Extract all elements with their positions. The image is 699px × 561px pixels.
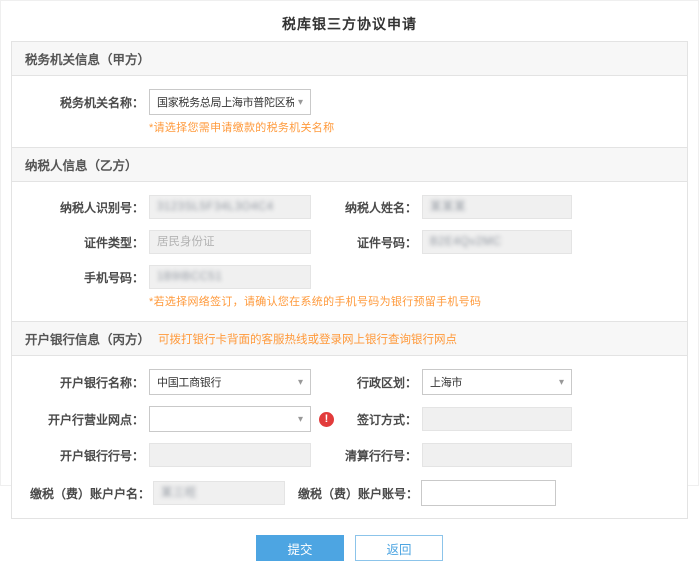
field-row-authority-name: 税务机关名称： 国家税务总局上海市普陀区税务局 ▾ xyxy=(12,89,687,115)
taxpayer-id-label: 纳税人识别号： xyxy=(12,199,144,216)
region-value: 上海市 xyxy=(430,374,462,390)
account-no-input[interactable] xyxy=(421,480,556,506)
page: 税库银三方协议申请 税务机关信息（甲方） 税务机关名称： 国家税务总局上海市普陀… xyxy=(0,0,699,486)
field-row-taxpayer-3: 手机号码： 1B9IBCC51 xyxy=(12,265,687,289)
sign-method-label: 签订方式： xyxy=(334,411,417,428)
taxpayer-name-label: 纳税人姓名： xyxy=(311,199,417,216)
section-body-tax-authority: 税务机关名称： 国家税务总局上海市普陀区税务局 ▾ *请选择您需申请缴款的税务机… xyxy=(12,76,687,147)
cert-no-label: 证件号码： xyxy=(311,234,417,251)
field-row-bank-1: 开户银行名称： 中国工商银行 ▾ 行政区划： 上海市 ▾ xyxy=(12,369,687,395)
section-body-taxpayer: 纳税人识别号： 3123SL5F34L3O4C4 纳税人姓名： 某某某 证件类型… xyxy=(12,182,687,321)
account-name-redacted-value: 某三旺 xyxy=(161,487,197,499)
bank-name-label: 开户银行名称： xyxy=(12,374,144,391)
chevron-down-icon: ▾ xyxy=(298,377,303,388)
mobile-hint: *若选择网络签订，请确认您在系统的手机号码为银行预留手机号码 xyxy=(149,293,687,309)
form-container: 税务机关信息（甲方） 税务机关名称： 国家税务总局上海市普陀区税务局 ▾ *请选… xyxy=(11,41,688,519)
authority-name-value: 国家税务总局上海市普陀区税务局 xyxy=(157,94,294,110)
region-label: 行政区划： xyxy=(311,374,417,391)
section-body-bank: 开户银行名称： 中国工商银行 ▾ 行政区划： 上海市 ▾ 开户行营业网点： ▾ … xyxy=(12,356,687,518)
submit-button[interactable]: 提交 xyxy=(256,535,344,561)
page-title: 税库银三方协议申请 xyxy=(1,1,698,41)
account-name-field: 某三旺 xyxy=(153,481,285,505)
authority-name-label: 税务机关名称： xyxy=(12,94,144,111)
section-title-tax-authority: 税务机关信息（甲方） xyxy=(25,49,150,68)
branch-select[interactable]: ▾ xyxy=(149,406,311,432)
cert-no-field: B2E4Qv2MC xyxy=(422,230,572,254)
section-title-taxpayer: 纳税人信息（乙方） xyxy=(25,155,138,174)
sign-method-field xyxy=(422,407,572,431)
section-header-bank: 开户银行信息（丙方） 可拨打银行卡背面的客服热线或登录网上银行查询银行网点 xyxy=(12,321,687,356)
bank-no-label: 开户银行行号： xyxy=(12,447,144,464)
bank-name-select[interactable]: 中国工商银行 ▾ xyxy=(149,369,311,395)
field-row-bank-2: 开户行营业网点： ▾ ! 签订方式： xyxy=(12,406,687,432)
button-row: 提交 返回 xyxy=(1,535,698,561)
cert-type-field: 居民身份证 xyxy=(149,230,311,254)
chevron-down-icon: ▾ xyxy=(559,377,564,388)
field-row-taxpayer-1: 纳税人识别号： 3123SL5F34L3O4C4 纳税人姓名： 某某某 xyxy=(12,195,687,219)
taxpayer-id-field: 3123SL5F34L3O4C4 xyxy=(149,195,311,219)
chevron-down-icon: ▾ xyxy=(298,414,303,425)
account-no-label: 缴税（费）账户账号： xyxy=(298,485,418,502)
bank-no-field xyxy=(149,443,311,467)
bank-name-value: 中国工商银行 xyxy=(157,374,221,390)
section-title-bank: 开户银行信息（丙方） xyxy=(25,329,150,348)
bank-section-hint: 可拨打银行卡背面的客服热线或登录网上银行查询银行网点 xyxy=(158,331,457,347)
cert-no-redacted-value: B2E4Qv2MC xyxy=(430,236,502,248)
authority-name-select[interactable]: 国家税务总局上海市普陀区税务局 ▾ xyxy=(149,89,311,115)
field-row-bank-4: 缴税（费）账户户名： 某三旺 缴税（费）账户账号： xyxy=(12,480,687,506)
chevron-down-icon: ▾ xyxy=(298,97,303,108)
field-row-taxpayer-2: 证件类型： 居民身份证 证件号码： B2E4Qv2MC xyxy=(12,230,687,254)
mobile-redacted-value: 1B9IBCC51 xyxy=(157,271,222,283)
back-button[interactable]: 返回 xyxy=(355,535,443,561)
taxpayer-id-redacted-value: 3123SL5F34L3O4C4 xyxy=(157,201,274,213)
taxpayer-name-redacted-value: 某某某 xyxy=(430,201,466,213)
section-header-tax-authority: 税务机关信息（甲方） xyxy=(12,42,687,76)
field-row-bank-3: 开户银行行号： 清算行行号： xyxy=(12,443,687,467)
authority-name-hint: *请选择您需申请缴款的税务机关名称 xyxy=(149,119,687,135)
branch-label: 开户行营业网点： xyxy=(12,411,144,428)
section-header-taxpayer: 纳税人信息（乙方） xyxy=(12,147,687,182)
mobile-field: 1B9IBCC51 xyxy=(149,265,311,289)
account-name-label: 缴税（费）账户户名： xyxy=(30,485,150,502)
mobile-label: 手机号码： xyxy=(12,269,144,286)
taxpayer-name-field: 某某某 xyxy=(422,195,572,219)
error-icon: ! xyxy=(319,412,334,427)
cert-type-label: 证件类型： xyxy=(12,234,144,251)
clearing-no-field xyxy=(422,443,572,467)
region-select[interactable]: 上海市 ▾ xyxy=(422,369,572,395)
clearing-no-label: 清算行行号： xyxy=(311,447,417,464)
